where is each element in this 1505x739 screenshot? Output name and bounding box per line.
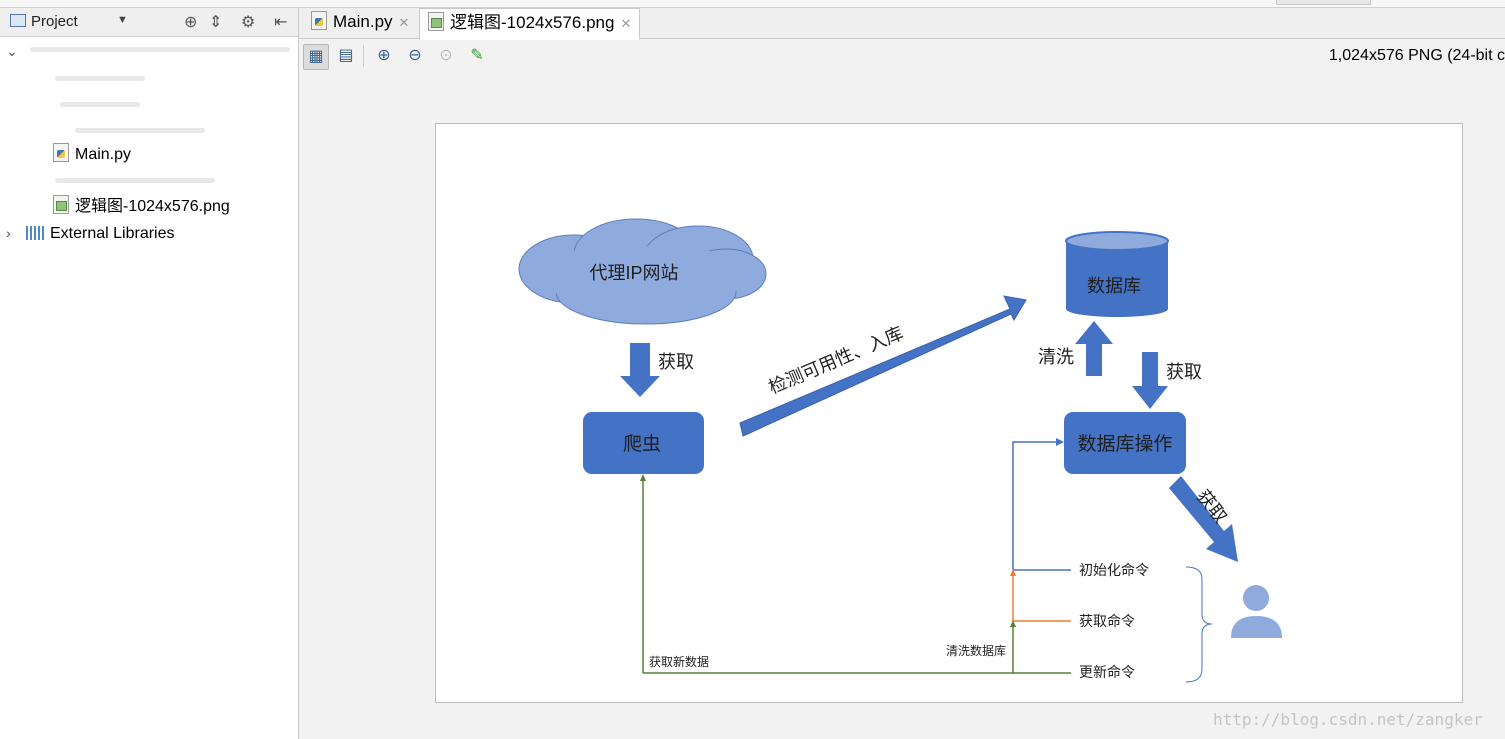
hide-panel-icon[interactable]: ⇤ [274,12,287,32]
collapse-all-icon[interactable]: ⇕ [209,12,222,32]
fetch-label-1: 获取 [658,352,694,372]
python-file-icon [311,11,327,30]
tree-row-main-py[interactable]: Main.py [53,142,131,168]
redacted-text [60,102,140,107]
locate-icon[interactable]: ⊕ [184,12,197,32]
arrow-diagonal-store [739,295,1027,437]
file-label: Main.py [75,146,132,163]
chevron-right-icon[interactable]: › [6,220,16,246]
database-cylinder: 数据库 [1065,231,1169,317]
get-new-data-label: 获取新数据 [649,654,709,669]
zoom-out-icon[interactable]: ⊖ [403,44,427,68]
db-operations-label: 数据库操作 [1077,433,1172,455]
init-command-label: 初始化命令 [1079,562,1149,578]
arrow-head-init [1056,438,1064,446]
clean-label: 清洗 [1038,347,1074,367]
image-info: 1,024x576 PNG (24-bit c [1328,47,1505,64]
get-command-label: 获取命令 [1079,613,1135,629]
tab-label: Main.py [333,12,393,31]
watermark: http://blog.csdn.net/zangker [1213,710,1483,729]
library-icon [26,226,44,240]
close-icon[interactable]: ✕ [399,15,410,30]
image-toolbar: ▦ ▤ ⊕ ⊖ ⊙ ✎ 1,024x576 PNG (24-bit c [299,40,1505,72]
proxy-site-label: 代理IP网站 [589,263,678,283]
proxy-site-cloud: 代理IP网站 [518,218,767,325]
tree-row-external-libraries[interactable]: › External Libraries [0,220,175,246]
crawler-label: 爬虫 [623,433,661,455]
project-icon [10,14,26,27]
redacted-text [30,47,290,52]
chevron-down-icon[interactable]: ▼ [117,14,128,26]
redacted-text [55,76,145,81]
user-icon [1231,585,1282,638]
project-toolbar: Project ▼ ⊕ ⇕ ⚙ ⇤ [0,8,298,37]
image-file-icon [428,12,444,31]
color-picker-icon[interactable]: ✎ [465,44,489,68]
top-scroll-stub [1276,0,1371,5]
editor-tab-bar: Main.py ✕ 逻辑图-1024x576.png ✕ [299,8,1505,40]
tree-row-png[interactable]: 逻辑图-1024x576.png [53,194,230,220]
close-icon[interactable]: ✕ [620,16,631,31]
tab-main-py[interactable]: Main.py ✕ [303,8,417,38]
file-label: 逻辑图-1024x576.png [75,198,230,215]
tab-logic-png[interactable]: 逻辑图-1024x576.png ✕ [419,8,641,40]
image-canvas: 代理IP网站 获取 爬虫 检测可用性、入库 数据库 清洗 获取 数据库操作 获取… [435,123,1463,703]
clean-db-label: 清洗数据库 [946,643,1006,658]
arrow-up-clean [1075,321,1113,376]
project-title: Project [31,13,78,30]
grid-icon[interactable]: ▤ [334,44,358,68]
image-file-icon [53,195,69,214]
tab-label: 逻辑图-1024x576.png [450,13,615,32]
command-brace [1185,566,1213,683]
actual-size-icon[interactable]: ⊙ [434,44,458,68]
logic-diagram: 代理IP网站 获取 爬虫 检测可用性、入库 数据库 清洗 获取 数据库操作 获取… [518,218,1282,683]
arrow-down-fetch-2 [1132,352,1168,409]
arrow-head-crawler [640,474,646,481]
database-label: 数据库 [1087,276,1141,296]
toolbar-separator [363,45,364,67]
gear-icon[interactable]: ⚙ [241,12,255,32]
init-command-connector [1012,441,1060,570]
external-libraries-label: External Libraries [50,225,175,242]
window-top-strip [0,0,1505,8]
tree-row-root[interactable]: ⌄ [0,38,298,64]
redacted-text [55,178,215,183]
zoom-in-icon[interactable]: ⊕ [372,44,396,68]
chevron-down-icon[interactable]: ⌄ [6,38,18,64]
python-file-icon [53,143,69,162]
project-view-selector[interactable]: Project [10,13,78,30]
arrow-down-fetch [620,343,660,397]
chessboard-icon[interactable]: ▦ [303,44,329,70]
fetch-label-2: 获取 [1166,362,1202,382]
redacted-text [75,128,205,133]
update-command-label: 更新命令 [1079,664,1135,680]
project-panel: Project ▼ ⊕ ⇕ ⚙ ⇤ ⌄ Main.py 逻辑图-1024x576… [0,8,299,739]
